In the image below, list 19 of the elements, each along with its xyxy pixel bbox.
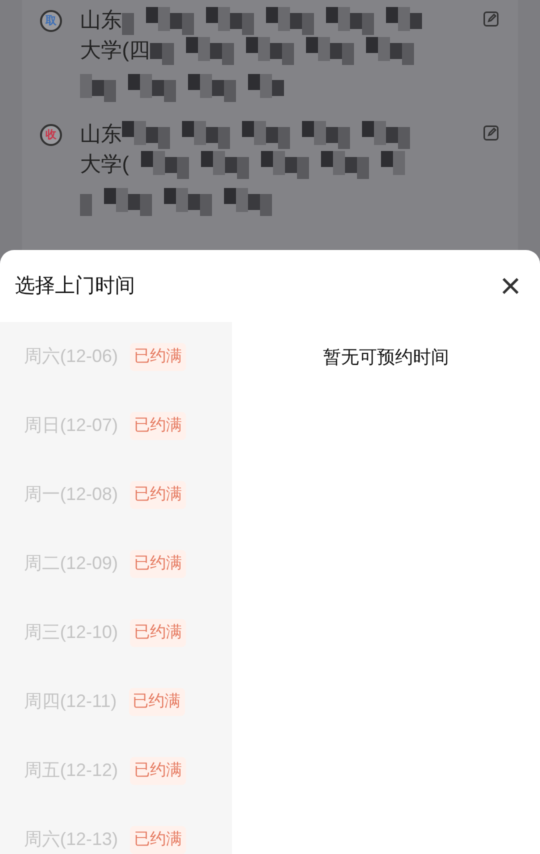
status-tag: 已约满	[130, 550, 186, 578]
close-button[interactable]: ×	[496, 268, 525, 304]
address-text: 大学(四	[80, 38, 150, 64]
address-text: 山东	[80, 8, 122, 34]
status-tag: 已约满	[130, 756, 186, 784]
pin-badge: 取	[40, 10, 62, 32]
status-tag: 已约满	[130, 412, 186, 440]
edit-icon[interactable]	[482, 124, 500, 142]
status-tag: 已约满	[128, 688, 185, 716]
sheet-title: 选择上门时间	[15, 274, 135, 299]
status-tag: 已约满	[130, 480, 186, 508]
empty-message: 暂无可预约时间	[323, 346, 449, 369]
edit-icon[interactable]	[482, 10, 500, 28]
status-tag: 已约满	[130, 618, 186, 646]
address-text: 大学(	[80, 152, 129, 178]
pin-badge: 收	[40, 124, 62, 146]
address-text: 山东	[80, 122, 122, 148]
status-tag: 已约满	[130, 826, 186, 854]
status-tag: 已约满	[130, 342, 186, 370]
